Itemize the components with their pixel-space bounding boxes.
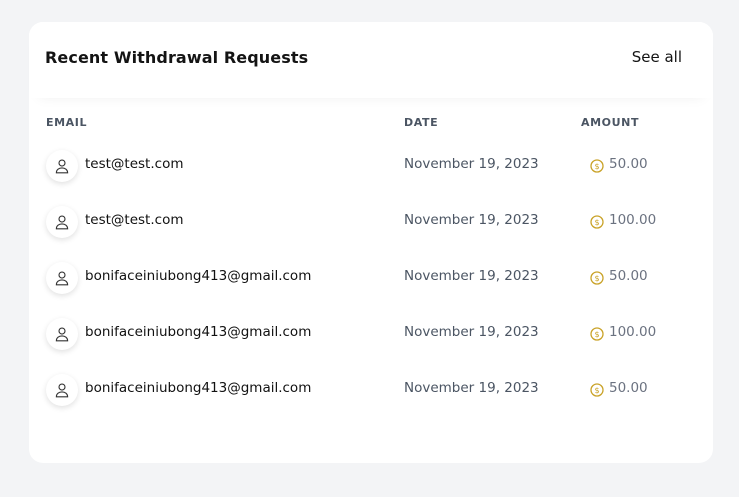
row-date: November 19, 2023 xyxy=(404,268,539,284)
row-amount: 100.00 xyxy=(609,212,657,228)
row-amount: 50.00 xyxy=(609,380,648,396)
row-email: bonifaceiniubong413@gmail.com xyxy=(85,324,312,340)
coin-icon: $ xyxy=(590,214,604,229)
user-icon xyxy=(46,150,78,182)
table-row[interactable]: bonifaceiniubong413@gmail.com November 19… xyxy=(29,254,713,310)
withdrawal-requests-card: Recent Withdrawal Requests See all EMAIL… xyxy=(29,22,713,463)
row-email: bonifaceiniubong413@gmail.com xyxy=(85,380,312,396)
user-icon xyxy=(46,318,78,350)
coin-icon: $ xyxy=(590,382,604,397)
table-row[interactable]: bonifaceiniubong413@gmail.com November 19… xyxy=(29,366,713,422)
row-email: bonifaceiniubong413@gmail.com xyxy=(85,268,312,284)
row-amount: 50.00 xyxy=(609,268,648,284)
row-date: November 19, 2023 xyxy=(404,212,539,228)
column-header-date: DATE xyxy=(404,116,439,129)
user-icon xyxy=(46,262,78,294)
svg-text:$: $ xyxy=(594,162,599,171)
coin-icon: $ xyxy=(590,326,604,341)
row-date: November 19, 2023 xyxy=(404,156,539,172)
row-date: November 19, 2023 xyxy=(404,324,539,340)
svg-text:$: $ xyxy=(594,386,599,395)
column-header-amount: AMOUNT xyxy=(581,116,640,129)
coin-icon: $ xyxy=(590,158,604,173)
user-icon xyxy=(46,374,78,406)
svg-text:$: $ xyxy=(594,330,599,339)
row-email: test@test.com xyxy=(85,212,184,228)
card-header: Recent Withdrawal Requests See all xyxy=(29,22,713,98)
see-all-link[interactable]: See all xyxy=(632,48,682,66)
user-icon xyxy=(46,206,78,238)
table-row[interactable]: test@test.com November 19, 2023 $100.00 xyxy=(29,198,713,254)
row-amount: 100.00 xyxy=(609,324,657,340)
row-amount: 50.00 xyxy=(609,156,648,172)
column-header-email: EMAIL xyxy=(46,116,88,129)
row-email: test@test.com xyxy=(85,156,184,172)
coin-icon: $ xyxy=(590,270,604,285)
table-row[interactable]: bonifaceiniubong413@gmail.com November 19… xyxy=(29,310,713,366)
card-title: Recent Withdrawal Requests xyxy=(45,48,309,67)
svg-text:$: $ xyxy=(594,218,599,227)
svg-text:$: $ xyxy=(594,274,599,283)
row-date: November 19, 2023 xyxy=(404,380,539,396)
table-row[interactable]: test@test.com November 19, 2023 $50.00 xyxy=(29,142,713,198)
